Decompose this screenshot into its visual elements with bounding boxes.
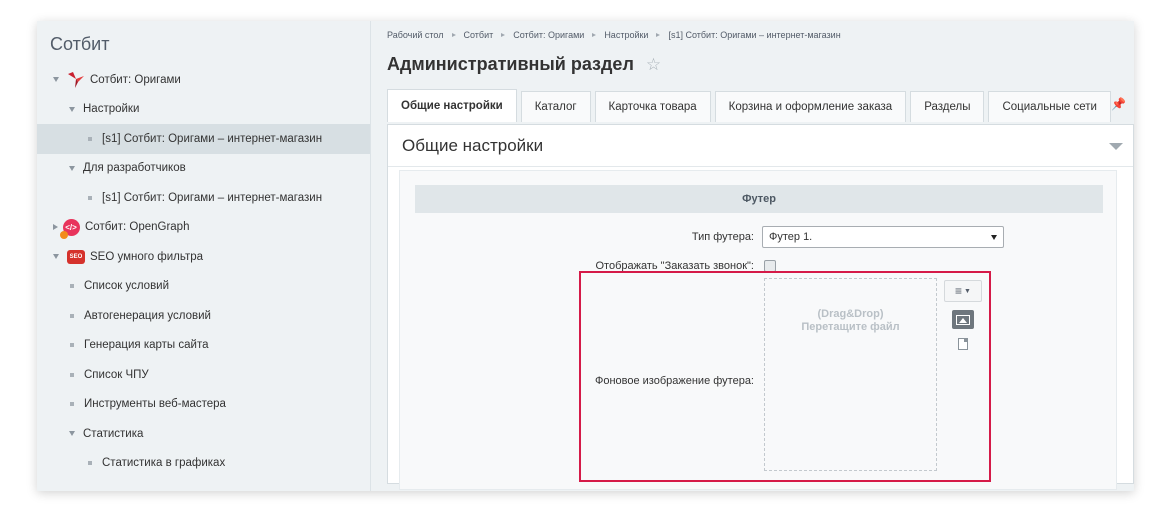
menu-lines-icon: ≡ (955, 284, 963, 298)
sidebar-item-label: SEO умного фильтра (90, 250, 204, 263)
tab-sections[interactable]: Разделы (910, 91, 985, 122)
tab-general[interactable]: Общие настройки (387, 89, 517, 122)
sidebar: Сотбит Сотбит: Оригами Настройки [s1] Со… (37, 21, 371, 491)
sidebar-item-label: Сотбит: OpenGraph (85, 221, 190, 234)
sidebar-item-statistics[interactable]: Статистика (37, 419, 370, 449)
breadcrumb-link[interactable]: Сотбит: Оригами (513, 30, 584, 40)
collapse-triangle-icon[interactable] (1109, 143, 1123, 150)
bullet-icon (88, 195, 92, 200)
bullet-icon (70, 343, 74, 348)
breadcrumb: Рабочий стол Сотбит Сотбит: Оригами Наст… (387, 30, 841, 40)
tab-product-card[interactable]: Карточка товара (594, 91, 711, 122)
sidebar-item-settings[interactable]: Настройки (37, 95, 370, 125)
main-content: Рабочий стол Сотбит Сотбит: Оригами Наст… (371, 21, 1134, 491)
breadcrumb-link[interactable]: Рабочий стол (387, 30, 444, 40)
sidebar-item-opengraph[interactable]: </> Сотбит: OpenGraph (37, 213, 370, 243)
menu-dropdown-button[interactable]: ≡ ▼ (944, 280, 982, 302)
dropdown-arrow-icon (991, 235, 997, 240)
pin-icon[interactable]: 📌 (1111, 97, 1126, 111)
footer-type-select[interactable]: Футер 1. (762, 226, 1004, 248)
opengraph-icon: </> (59, 218, 80, 239)
sidebar-item-label: [s1] Сотбит: Оригами – интернет-магазин (102, 132, 323, 145)
sidebar-item-conditions[interactable]: Список условий (37, 272, 370, 302)
panel-header: Общие настройки (388, 125, 1133, 167)
tab-catalog[interactable]: Каталог (520, 91, 591, 122)
tab-cart-checkout[interactable]: Корзина и оформление заказа (714, 91, 907, 122)
sidebar-item-label: Для разработчиков (83, 162, 186, 175)
sidebar-item-seo-filter[interactable]: SEO SEO умного фильтра (37, 242, 370, 272)
sidebar-item-label: Настройки (83, 103, 140, 116)
tabs: Общие настройки Каталог Карточка товара … (387, 89, 1115, 122)
expand-arrow-icon[interactable] (53, 77, 59, 83)
panel-title: Общие настройки (402, 135, 544, 155)
sidebar-item-developers[interactable]: Для разработчиков (37, 154, 370, 184)
sidebar-item-label: [s1] Сотбит: Оригами – интернет-магазин (102, 191, 323, 204)
file-dropzone[interactable]: (Drag&Drop) Перетащите файл (764, 278, 937, 471)
sidebar-item-s1-developers[interactable]: [s1] Сотбит: Оригами – интернет-магазин (37, 183, 370, 213)
sidebar-item-label: Список условий (84, 280, 170, 293)
sidebar-item-chpu[interactable]: Список ЧПУ (37, 360, 370, 390)
highlight-frame: (Drag&Drop) Перетащите файл ≡ ▼ (579, 271, 991, 482)
sidebar-item-stat-charts[interactable]: Статистика в графиках (37, 449, 370, 479)
sidebar-item-label: Автогенерация условий (84, 309, 211, 322)
breadcrumb-separator-icon (451, 33, 456, 37)
settings-panel: Общие настройки Футер Тип футера: Футер … (387, 124, 1134, 490)
sidebar-title: Сотбит (50, 34, 110, 54)
form-area: Футер Тип футера: Футер 1. Отображать "З… (399, 170, 1117, 490)
admin-window: Сотбит Сотбит: Оригами Настройки [s1] Со… (37, 21, 1134, 491)
bullet-icon (88, 461, 92, 466)
seo-icon: SEO (67, 248, 85, 266)
breadcrumb-separator-icon (656, 33, 661, 37)
bullet-icon (70, 284, 74, 289)
sidebar-item-label: Сотбит: Оригами (90, 73, 181, 86)
bullet-icon (70, 313, 74, 318)
expand-arrow-icon[interactable] (69, 106, 75, 112)
breadcrumb-link[interactable]: [s1] Сотбит: Оригами – интернет-магазин (668, 30, 840, 40)
expand-arrow-icon[interactable] (69, 431, 75, 437)
dropzone-hint-text: Перетащите файл (801, 321, 900, 333)
expand-arrow-icon[interactable] (53, 224, 58, 231)
footer-type-value: Футер 1. (769, 231, 813, 243)
expand-arrow-icon[interactable] (69, 165, 75, 171)
sidebar-item-label: Статистика (83, 427, 144, 440)
dropzone-hint: (Drag&Drop) (817, 308, 884, 320)
chevron-down-icon: ▼ (964, 287, 971, 295)
origami-bird-icon (67, 71, 85, 89)
breadcrumb-link[interactable]: Настройки (604, 30, 648, 40)
breadcrumb-link[interactable]: Сотбит (464, 30, 494, 40)
sidebar-item-webmaster[interactable]: Инструменты веб-мастера (37, 390, 370, 420)
bullet-icon (70, 372, 74, 377)
page-title: Административный раздел ☆ (387, 54, 661, 75)
sidebar-item-label: Статистика в графиках (102, 457, 226, 470)
breadcrumb-separator-icon (501, 33, 506, 37)
sidebar-item-autogen[interactable]: Автогенерация условий (37, 301, 370, 331)
sidebar-item-label: Генерация карты сайта (84, 339, 209, 352)
tab-social[interactable]: Социальные сети (988, 91, 1111, 122)
star-icon[interactable]: ☆ (646, 55, 661, 75)
bullet-icon (70, 402, 74, 407)
breadcrumb-separator-icon (592, 33, 597, 37)
expand-arrow-icon[interactable] (53, 254, 59, 260)
sidebar-item-origami[interactable]: Сотбит: Оригами (37, 65, 370, 95)
footer-type-label: Тип футера: (691, 231, 754, 243)
image-icon[interactable] (952, 310, 974, 329)
page-title-text: Административный раздел (387, 54, 634, 74)
sidebar-item-label: Список ЧПУ (84, 368, 149, 381)
sidebar-item-s1-settings[interactable]: [s1] Сотбит: Оригами – интернет-магазин (37, 124, 370, 154)
bullet-icon (88, 136, 92, 141)
section-header-footer: Футер (415, 185, 1103, 213)
file-icon[interactable] (958, 338, 968, 350)
sidebar-item-label: Инструменты веб-мастера (84, 398, 226, 411)
sidebar-item-sitemap[interactable]: Генерация карты сайта (37, 331, 370, 361)
